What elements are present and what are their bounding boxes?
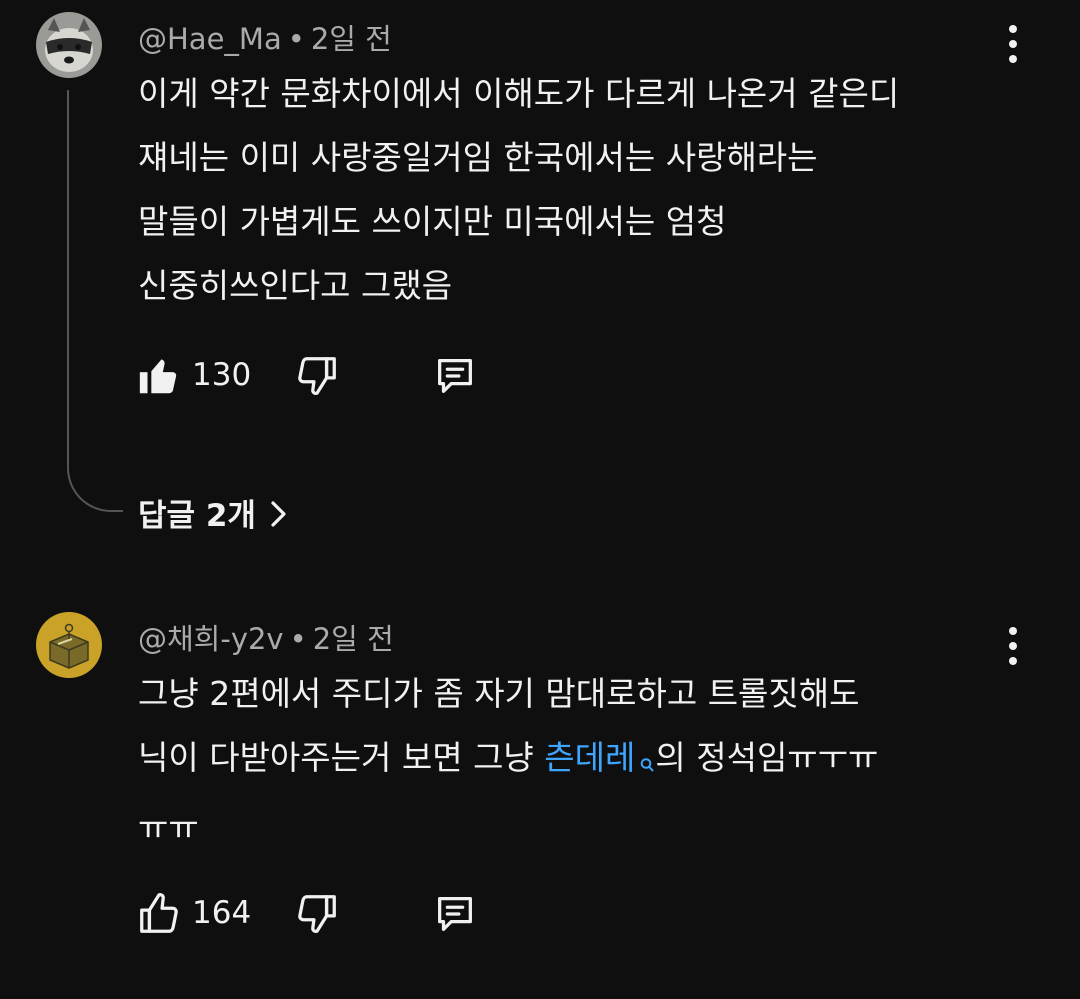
comment-meta: @채희-y2v • 2일 전 [138, 616, 394, 658]
chevron-right-icon [268, 499, 290, 537]
like-icon[interactable] [136, 891, 182, 937]
comment-text-segment: 의 정석임ㅠㅜㅠ [655, 738, 879, 777]
author-name[interactable]: @채희-y2v [138, 622, 284, 656]
comment-time: 2일 전 [310, 22, 392, 56]
more-options-icon[interactable] [996, 25, 1030, 65]
search-link[interactable]: 츤데레 [544, 738, 635, 777]
replies-label: 답글 2개 [138, 498, 256, 534]
meta-separator: • [287, 22, 305, 56]
comment-text-segment: 닉이 다받아주는거 보면 그냥 [138, 738, 545, 777]
box-avatar[interactable] [36, 612, 102, 678]
comment-actions: 130 [136, 353, 496, 401]
comment-text-line: 이게 약간 문화차이에서 이해도가 다르게 나온거 같은디 [138, 74, 900, 113]
like-count: 130 [192, 357, 252, 393]
comment-text-line: 말들이 가볍게도 쓰이지만 미국에서는 엄청 [138, 202, 727, 241]
view-replies-button[interactable]: 답글 2개 [138, 490, 290, 537]
comment-text-line: 쟤네는 이미 사랑중일거임 한국에서는 사랑해라는 [138, 138, 818, 177]
comment-text: 그냥 2편에서 주디가 좀 자기 맘대로하고 트롤짓해도 닉이 다받아주는거 보… [138, 662, 1018, 860]
reply-icon[interactable] [432, 353, 478, 399]
comment-text: 이게 약간 문화차이에서 이해도가 다르게 나온거 같은디 쟤네는 이미 사랑중… [138, 62, 1018, 318]
dislike-icon[interactable] [294, 353, 340, 399]
reply-icon[interactable] [432, 891, 478, 937]
meta-separator: • [289, 622, 307, 656]
like-filled-icon[interactable] [136, 353, 182, 399]
comment-actions: 164 [136, 891, 496, 939]
like-count: 164 [192, 895, 252, 931]
raccoon-avatar[interactable] [36, 12, 102, 78]
comment-meta: @Hae_Ma • 2일 전 [138, 16, 392, 58]
comment-text-line: 신중히쓰인다고 그랬음 [138, 266, 453, 305]
comment-time: 2일 전 [312, 622, 394, 656]
author-name[interactable]: @Hae_Ma [138, 22, 282, 56]
comment-text-line: 그냥 2편에서 주디가 좀 자기 맘대로하고 트롤짓해도 [138, 674, 860, 713]
search-icon [639, 732, 655, 796]
more-options-icon[interactable] [996, 627, 1030, 667]
thread-line [67, 90, 123, 512]
comment-text-line: 닉이 다받아주는거 보면 그냥 츤데레 의 정석임ㅠㅜㅠ [138, 726, 1018, 796]
dislike-icon[interactable] [294, 891, 340, 937]
comment-text-line: ㅠㅠ [138, 808, 199, 847]
